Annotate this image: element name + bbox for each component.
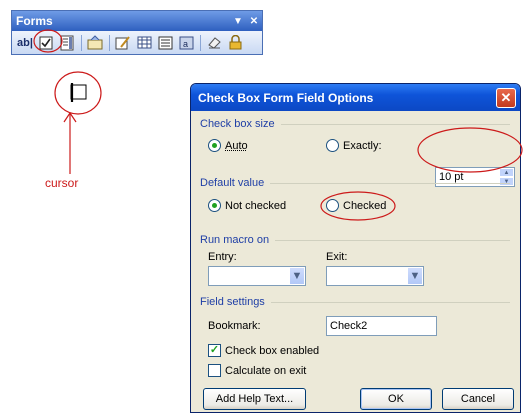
options-icon bbox=[87, 35, 103, 50]
radio-not-checked[interactable]: Not checked bbox=[208, 199, 286, 212]
ok-button[interactable]: OK bbox=[360, 388, 432, 410]
protect-form-button[interactable] bbox=[225, 33, 245, 52]
radio-not-checked-label: Not checked bbox=[225, 199, 287, 212]
toolbar-title: Forms bbox=[16, 14, 53, 28]
shading-icon: a bbox=[179, 36, 193, 49]
entry-label: Entry: bbox=[208, 251, 237, 263]
radio-icon bbox=[208, 139, 221, 152]
radio-icon bbox=[326, 139, 339, 152]
lock-icon bbox=[229, 35, 241, 50]
close-button[interactable]: ✕ bbox=[496, 87, 516, 108]
group-default-value: Default value bbox=[200, 177, 510, 189]
toolbar-close-icon[interactable]: ✕ bbox=[246, 16, 262, 27]
group-run-macro-on: Run macro on bbox=[200, 234, 510, 246]
exact-size-highlight-circle bbox=[417, 127, 523, 173]
cursor-arrow-icon bbox=[63, 111, 77, 174]
group-label: Run macro on bbox=[200, 234, 270, 246]
pencil-table-icon bbox=[115, 36, 130, 50]
calculate-on-exit-label: Calculate on exit bbox=[225, 364, 307, 377]
toolbar-separator bbox=[81, 34, 82, 51]
entry-macro-select[interactable]: ▼ bbox=[208, 266, 306, 286]
group-divider bbox=[270, 301, 510, 303]
check-box-enabled-label: Check box enabled bbox=[225, 344, 320, 357]
chevron-down-icon[interactable]: ▼ bbox=[289, 267, 305, 285]
chevron-down-icon[interactable]: ▼ bbox=[407, 267, 423, 285]
exit-label: Exit: bbox=[326, 251, 348, 263]
reset-form-fields-button[interactable] bbox=[204, 33, 224, 52]
insert-table-button[interactable] bbox=[134, 33, 154, 52]
group-divider bbox=[275, 239, 510, 241]
radio-exactly[interactable]: Exactly: bbox=[326, 139, 382, 152]
toolbar-separator bbox=[109, 34, 110, 51]
calculate-on-exit-checkbox[interactable]: Calculate on exit bbox=[208, 364, 306, 377]
add-help-text-button[interactable]: Add Help Text... bbox=[203, 388, 306, 410]
toolbar-separator bbox=[200, 34, 201, 51]
form-field-options-button[interactable] bbox=[85, 33, 105, 52]
group-label: Default value bbox=[200, 177, 265, 189]
checkbox-unchecked-icon bbox=[208, 364, 221, 377]
radio-icon bbox=[208, 199, 221, 212]
checkbox-checked-icon: ✓ bbox=[208, 344, 221, 357]
exit-macro-value bbox=[327, 267, 407, 285]
insert-frame-button[interactable] bbox=[155, 33, 175, 52]
group-field-settings: Field settings bbox=[200, 296, 510, 308]
group-label: Check box size bbox=[200, 118, 275, 130]
group-divider bbox=[270, 182, 510, 184]
bookmark-input[interactable]: Check2 bbox=[326, 316, 437, 336]
entry-macro-value bbox=[209, 267, 289, 285]
group-label: Field settings bbox=[200, 296, 265, 308]
toolbar-options-icon[interactable]: ▼ bbox=[230, 16, 246, 27]
frame-icon bbox=[158, 36, 172, 49]
exit-macro-select[interactable]: ▼ bbox=[326, 266, 424, 286]
radio-auto-label: Auto bbox=[225, 139, 248, 152]
close-icon: ✕ bbox=[500, 89, 512, 105]
cancel-button[interactable]: Cancel bbox=[442, 388, 514, 410]
draw-table-button[interactable] bbox=[113, 33, 133, 52]
toolbar-highlight-circle bbox=[33, 29, 63, 53]
table-icon bbox=[137, 36, 151, 49]
inserted-checkbox-icon bbox=[70, 84, 87, 100]
dialog-titlebar[interactable]: Check Box Form Field Options ✕ bbox=[191, 84, 520, 111]
checked-option-highlight-circle bbox=[320, 191, 396, 221]
bookmark-label: Bookmark: bbox=[208, 320, 261, 332]
eraser-icon bbox=[207, 37, 221, 49]
form-field-shading-button[interactable]: a bbox=[176, 33, 196, 52]
cursor-label: cursor bbox=[45, 176, 79, 190]
radio-auto[interactable]: Auto bbox=[208, 139, 248, 152]
dialog-title: Check Box Form Field Options bbox=[198, 90, 374, 105]
check-box-enabled-checkbox[interactable]: ✓ Check box enabled bbox=[208, 344, 319, 357]
svg-text:a: a bbox=[183, 39, 188, 49]
radio-exactly-label: Exactly: bbox=[343, 139, 382, 152]
